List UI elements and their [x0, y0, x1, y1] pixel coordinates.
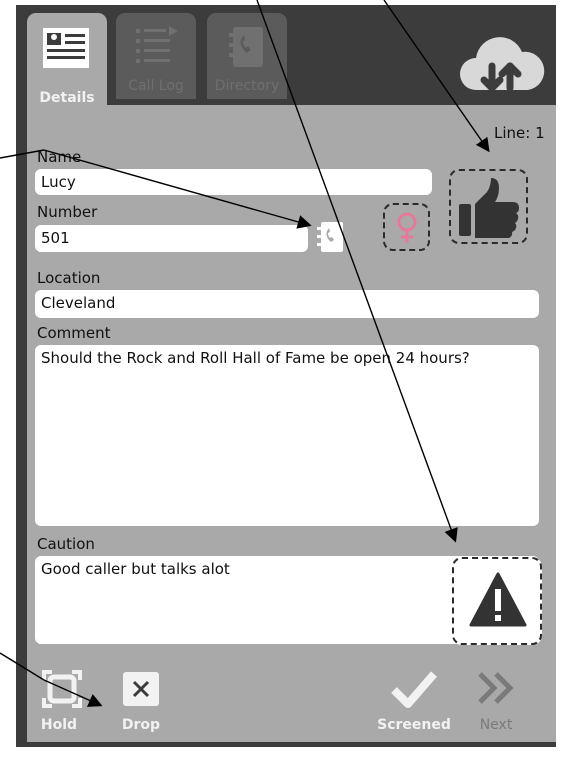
- tab-label-call-log: Call Log: [128, 78, 184, 94]
- gender-toggle[interactable]: [383, 203, 430, 251]
- number-label: Number: [37, 203, 98, 221]
- rating-toggle[interactable]: [449, 169, 528, 244]
- call-log-icon: [132, 25, 180, 69]
- thumbs-up-icon: [457, 176, 521, 238]
- phonebook-icon[interactable]: [316, 221, 344, 253]
- name-field[interactable]: Lucy: [35, 169, 432, 195]
- directory-icon: [227, 25, 267, 69]
- number-field[interactable]: 501: [35, 225, 308, 252]
- caution-label: Caution: [37, 535, 95, 553]
- tab-directory[interactable]: Directory: [207, 13, 287, 99]
- female-icon: [395, 211, 419, 245]
- tab-details[interactable]: Details: [27, 13, 107, 111]
- location-field[interactable]: Cleveland: [35, 290, 539, 318]
- screened-button[interactable]: Screened: [370, 717, 458, 733]
- location-label: Location: [37, 269, 101, 287]
- cloud-sync-icon[interactable]: [456, 32, 548, 96]
- line-indicator: Line: 1: [494, 124, 545, 142]
- comment-label: Comment: [37, 324, 111, 342]
- tab-label-directory: Directory: [214, 78, 280, 94]
- tab-call-log[interactable]: Call Log: [116, 13, 196, 99]
- drop-button[interactable]: Drop: [118, 717, 164, 733]
- name-label: Name: [37, 148, 82, 166]
- double-chevron-right-icon[interactable]: [476, 670, 516, 706]
- next-button[interactable]: Next: [472, 717, 520, 733]
- drop-icon[interactable]: [122, 671, 160, 707]
- caution-toggle[interactable]: [452, 557, 542, 645]
- tab-label-details: Details: [39, 90, 95, 106]
- comment-field[interactable]: Should the Rock and Roll Hall of Fame be…: [35, 345, 539, 526]
- hold-icon[interactable]: [40, 668, 84, 710]
- checkmark-icon[interactable]: [390, 670, 438, 710]
- contact-card-icon: [42, 27, 90, 69]
- warning-icon: [468, 571, 528, 629]
- hold-button[interactable]: Hold: [33, 717, 85, 733]
